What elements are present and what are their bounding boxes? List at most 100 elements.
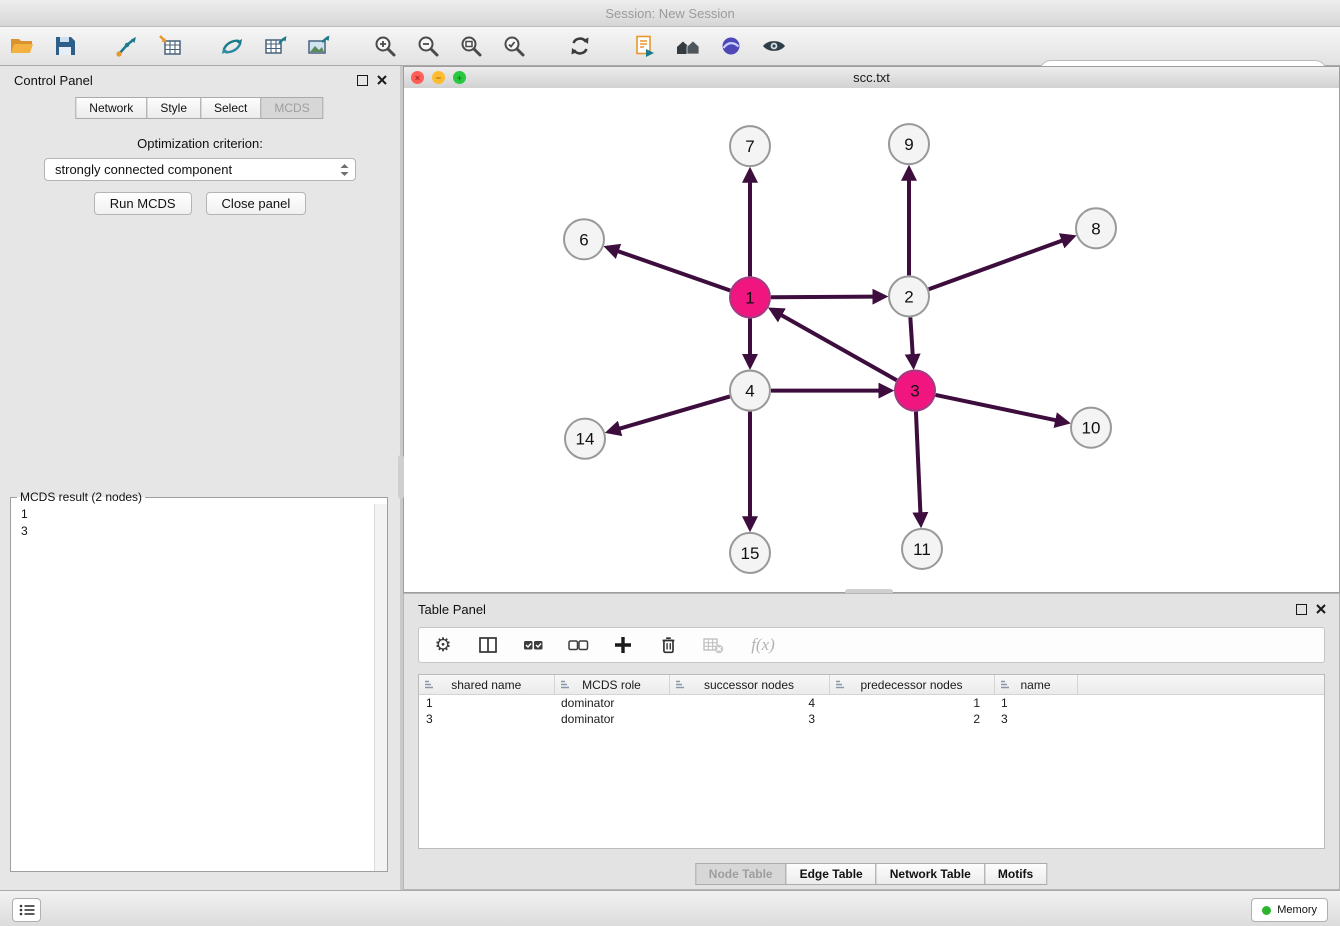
mcds-result-line: 3	[21, 523, 28, 540]
export-image-button[interactable]	[301, 31, 335, 61]
network-node-label: 14	[576, 430, 595, 449]
column-sort-icon	[560, 680, 570, 689]
network-node-label: 4	[745, 382, 754, 401]
open-file-button[interactable]	[5, 31, 39, 61]
node-table-cell[interactable]: 4	[669, 695, 829, 712]
column-header-mcds-role[interactable]: MCDS role	[554, 675, 669, 695]
criterion-dropdown-value: strongly connected component	[55, 162, 340, 177]
node-table-cell[interactable]: dominator	[554, 711, 669, 727]
close-table-panel-button[interactable]	[1316, 604, 1326, 614]
control-panel-tabs: Network Style Select MCDS	[76, 97, 323, 119]
column-header-shared-name[interactable]: shared name	[419, 675, 554, 695]
import-network-icon	[115, 34, 139, 58]
column-header-predecessor-nodes[interactable]: predecessor nodes	[829, 675, 994, 695]
node-table-cell[interactable]: 2	[829, 711, 994, 727]
select-all-columns-button[interactable]	[521, 633, 545, 657]
tab-motifs[interactable]: Motifs	[984, 863, 1047, 885]
node-table-cell[interactable]: dominator	[554, 695, 669, 712]
export-network-button[interactable]	[215, 31, 249, 61]
float-table-panel-button[interactable]	[1296, 604, 1307, 615]
column-header-successor-nodes[interactable]: successor nodes	[669, 675, 829, 695]
export-table-icon	[263, 34, 288, 58]
node-table-cell[interactable]: 1	[994, 695, 1077, 712]
tab-select[interactable]: Select	[200, 97, 261, 119]
save-session-button[interactable]	[48, 31, 82, 61]
memory-button[interactable]: Memory	[1251, 898, 1328, 922]
import-network-button[interactable]	[110, 31, 144, 61]
delete-table-icon	[702, 635, 724, 655]
mcds-result-line: 1	[21, 506, 28, 523]
create-column-button[interactable]	[611, 633, 635, 657]
network-edge[interactable]	[619, 396, 730, 428]
table-panel-tabs: Node Table Edge Table Network Table Moti…	[696, 863, 1047, 885]
delete-table-button[interactable]	[701, 633, 725, 657]
table-toolbar: ⚙ f(x)	[418, 627, 1325, 663]
memory-label: Memory	[1277, 904, 1317, 916]
network-node-label: 10	[1082, 419, 1101, 438]
deselect-all-columns-button[interactable]	[566, 633, 590, 657]
zoom-selected-button[interactable]	[497, 31, 531, 61]
apply-layout-button[interactable]	[563, 31, 597, 61]
network-overview-button[interactable]	[628, 31, 662, 61]
network-edge[interactable]	[916, 412, 921, 514]
unchecked-boxes-icon	[568, 637, 589, 654]
toolbar-separator	[196, 46, 206, 47]
table-row[interactable]: 3dominator323	[419, 711, 1324, 727]
table-row[interactable]: 1dominator411	[419, 695, 1324, 712]
table-settings-button[interactable]: ⚙	[431, 633, 455, 657]
tab-style[interactable]: Style	[146, 97, 201, 119]
node-table-cell[interactable]: 3	[994, 711, 1077, 727]
first-neighbors-button[interactable]	[671, 31, 705, 61]
node-table-cell[interactable]: 1	[419, 695, 554, 712]
tab-node-table[interactable]: Node Table	[695, 863, 787, 885]
export-table-button[interactable]	[258, 31, 292, 61]
style-brush-icon	[719, 34, 743, 58]
trash-icon	[658, 635, 678, 655]
list-icon	[19, 904, 35, 916]
node-table-body: 1dominator4113dominator323	[419, 695, 1324, 728]
vertical-splitter-handle[interactable]	[398, 455, 404, 499]
zoom-out-button[interactable]	[411, 31, 445, 61]
node-table-cell[interactable]: 3	[419, 711, 554, 727]
function-builder-button[interactable]: f(x)	[746, 633, 780, 657]
show-columns-button[interactable]	[476, 633, 500, 657]
run-mcds-button[interactable]: Run MCDS	[94, 192, 192, 215]
close-panel-icon-button[interactable]	[377, 75, 387, 85]
column-header-name[interactable]: name	[994, 675, 1077, 695]
import-table-button[interactable]	[153, 31, 187, 61]
dropdown-stepper-icon	[340, 163, 349, 177]
export-network-icon	[220, 34, 244, 58]
network-edge[interactable]	[617, 251, 730, 291]
close-panel-button[interactable]: Close panel	[206, 192, 307, 215]
network-canvas[interactable]: 7968124314101511	[404, 88, 1339, 592]
mcds-result-lines[interactable]: 1 3	[21, 506, 28, 540]
network-svg[interactable]: 7968124314101511	[404, 88, 1339, 592]
network-node-label: 7	[745, 137, 754, 156]
zoom-in-button[interactable]	[368, 31, 402, 61]
network-edge[interactable]	[771, 297, 874, 298]
network-edge[interactable]	[780, 315, 896, 381]
node-table-cell[interactable]: 3	[669, 711, 829, 727]
tab-network-table[interactable]: Network Table	[876, 863, 985, 885]
network-node-label: 11	[913, 540, 931, 559]
node-table-cell[interactable]: 1	[829, 695, 994, 712]
criterion-dropdown[interactable]: strongly connected component	[44, 158, 356, 181]
toolbar-separator	[344, 46, 359, 47]
tab-edge-table[interactable]: Edge Table	[786, 863, 877, 885]
toolbar-separator	[540, 46, 554, 47]
tab-mcds[interactable]: MCDS	[260, 97, 323, 119]
apply-style-button[interactable]	[714, 31, 748, 61]
network-node-label: 3	[910, 382, 919, 401]
network-edge[interactable]	[929, 240, 1063, 289]
float-panel-button[interactable]	[357, 75, 368, 86]
zoom-fit-button[interactable]	[454, 31, 488, 61]
tab-network[interactable]: Network	[75, 97, 147, 119]
delete-column-button[interactable]	[656, 633, 680, 657]
network-edge[interactable]	[936, 395, 1057, 421]
network-edge[interactable]	[910, 317, 912, 355]
node-table: shared name MCDS role successor nodes pr…	[418, 674, 1325, 849]
result-scrollbar[interactable]	[374, 504, 387, 871]
task-history-button[interactable]	[12, 898, 41, 922]
show-details-button[interactable]	[757, 31, 791, 61]
control-panel-title: Control Panel	[14, 73, 93, 88]
